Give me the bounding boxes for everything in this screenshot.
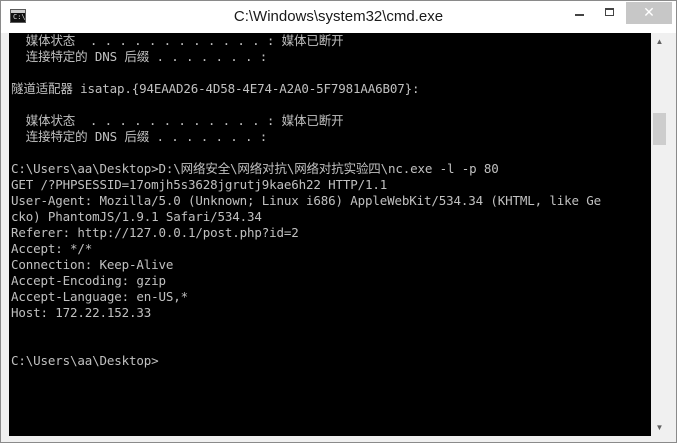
console-line: 隧道适配器 isatap.{94EAAD26-4D58-4E74-A2A0-5F…: [11, 81, 420, 96]
console-prompt[interactable]: C:\Users\aa\Desktop>: [11, 353, 159, 369]
close-icon: ✕: [643, 5, 655, 21]
console-output[interactable]: 媒体状态 . . . . . . . . . . . . : 媒体已断开 连接特…: [9, 33, 651, 436]
console-line: GET /?PHPSESSID=17omjh5s3628jgrutj9kae6h…: [11, 177, 388, 192]
scroll-down-icon[interactable]: ▼: [651, 419, 668, 436]
title-bar[interactable]: C:\Windows\system32\cmd.exe C:\ ✕: [1, 1, 676, 33]
window-frame-bottom: [1, 436, 676, 442]
console-line: Accept: */*: [11, 241, 93, 256]
console-line: User-Agent: Mozilla/5.0 (Unknown; Linux …: [11, 193, 602, 208]
console-line: Referer: http://127.0.0.1/post.php?id=2: [11, 225, 299, 240]
console-line: C:\Users\aa\Desktop>D:\网络安全\网络对抗\网络对抗实验四…: [11, 161, 499, 176]
console-line: 连接特定的 DNS 后缀 . . . . . . . :: [11, 129, 268, 144]
scroll-up-icon[interactable]: ▲: [651, 33, 668, 50]
maximize-button[interactable]: [595, 2, 625, 24]
console-line: 媒体状态 . . . . . . . . . . . . : 媒体已断开: [11, 113, 344, 128]
console-line: Accept-Encoding: gzip: [11, 273, 166, 288]
console-line: cko) PhantomJS/1.9.1 Safari/534.34: [11, 209, 262, 224]
console-line: Host: 172.22.152.33: [11, 305, 152, 320]
cmd-window: C:\Windows\system32\cmd.exe C:\ ✕ 媒体状态 .…: [0, 0, 677, 443]
close-button[interactable]: ✕: [626, 2, 672, 24]
minimize-button[interactable]: [564, 2, 594, 24]
vertical-scrollbar[interactable]: ▲ ▼: [651, 33, 668, 436]
cmd-icon-glyph: C:\: [13, 13, 26, 21]
maximize-icon: [605, 8, 614, 16]
scrollbar-thumb[interactable]: [653, 113, 666, 145]
cmd-icon[interactable]: C:\: [10, 9, 26, 23]
console-line: Connection: Keep-Alive: [11, 257, 174, 272]
console-line: Accept-Language: en-US,*: [11, 289, 189, 304]
console-line: 媒体状态 . . . . . . . . . . . . : 媒体已断开: [11, 33, 344, 48]
console-line: 连接特定的 DNS 后缀 . . . . . . . :: [11, 49, 268, 64]
minimize-icon: [575, 14, 584, 16]
